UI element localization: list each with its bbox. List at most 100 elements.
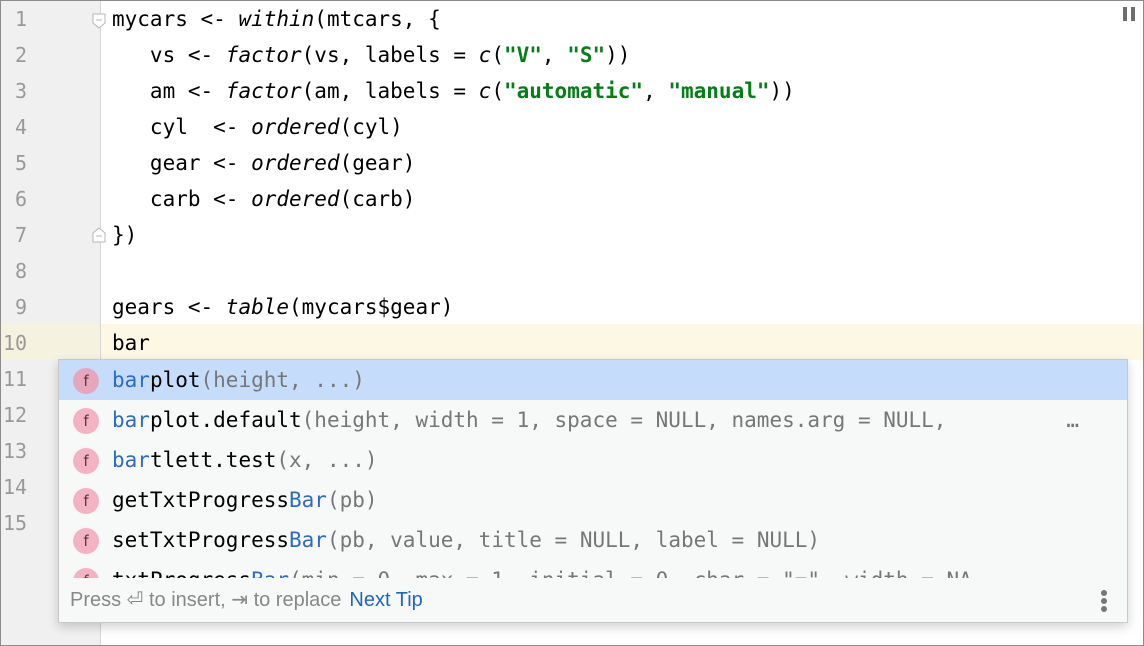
code-token: )) [769, 79, 795, 103]
code-token: (gear) [339, 151, 416, 175]
code-token: cyl <- [112, 115, 252, 139]
matched-text: Bar [289, 528, 327, 552]
function-token: table [225, 295, 290, 319]
string-token: "V" [503, 43, 542, 67]
function-icon: f [73, 448, 99, 474]
line-number: 12 [3, 403, 28, 427]
matched-text: bar [112, 368, 150, 392]
signature-params: (pb) [326, 488, 378, 512]
completion-item[interactable]: f bartlett.test(x, ...) [59, 440, 1127, 480]
completion-item[interactable]: f setTxtProgressBar(pb, value, title = NU… [59, 520, 1127, 560]
matched-text: bar [112, 448, 150, 472]
fold-start-icon[interactable] [92, 13, 106, 29]
code-token: (carb) [339, 187, 416, 211]
function-name: getTxtProgress [112, 488, 290, 512]
function-icon: f [73, 488, 99, 514]
line-number: 10 [3, 331, 28, 355]
line-number: 6 [15, 187, 28, 211]
line-number: 8 [15, 259, 28, 283]
line-number: 3 [15, 79, 28, 103]
hint-text: Press ⏎ to insert, ⇥ to replace [70, 589, 342, 611]
line-number: 9 [15, 295, 28, 319]
code-token: vs <- [112, 43, 226, 67]
code-token: , [541, 43, 568, 67]
function-token: c [478, 79, 492, 103]
code-line[interactable]: vs <- factor(vs, labels = c("V", "S")) [112, 37, 631, 73]
completion-item[interactable]: f barplot(height, ...) [59, 360, 1127, 400]
current-line-highlight [1, 324, 1143, 360]
code-token: (cyl) [339, 115, 403, 139]
completion-item-label: bartlett.test(x, ...) [112, 440, 378, 480]
signature-params: (x, ...) [276, 448, 378, 472]
function-name: setTxtProgress [112, 528, 290, 552]
line-number: 1 [15, 7, 28, 31]
code-line[interactable]: mycars <- within(mtcars, { [112, 1, 441, 37]
completion-footer: Press ⏎ to insert, ⇥ to replace Next Tip [59, 578, 1127, 622]
function-token: factor [225, 79, 302, 103]
function-icon: f [73, 408, 99, 434]
function-token: ordered [251, 151, 340, 175]
editor-window: 1 2 3 4 5 6 7 8 9 10 11 12 13 14 15 mycars <- within(m… [0, 0, 1144, 646]
function-token: c [478, 43, 492, 67]
function-icon: f [73, 368, 99, 394]
function-name: txtProgress [112, 568, 251, 578]
matched-text: Bar [251, 568, 289, 578]
completion-item-label: barplot.default(height, width = 1, space… [112, 400, 946, 440]
code-line[interactable]: gears <- table(mycars$gear) [112, 289, 453, 325]
code-token: (am, labels = [301, 79, 479, 103]
code-token: bar [112, 331, 150, 355]
completion-item-label: setTxtProgressBar(pb, value, title = NUL… [112, 520, 820, 560]
completion-item-label: getTxtProgressBar(pb) [112, 480, 378, 520]
function-icon: f [73, 528, 99, 554]
inspection-pause-icon[interactable] [1123, 7, 1137, 21]
code-token: mycars <- [112, 7, 239, 31]
completion-item-label: txtProgressBar(min = 0, max = 1, initial… [112, 560, 972, 578]
completion-hint: Press ⏎ to insert, ⇥ to replace Next Tip [70, 578, 423, 622]
line-number: 2 [15, 43, 28, 67]
code-line[interactable]: }) [112, 217, 137, 253]
line-number: 7 [15, 223, 28, 247]
function-name: plot.default [149, 408, 302, 432]
code-line[interactable]: carb <- ordered(carb) [112, 181, 416, 217]
signature-params: (pb, value, title = NULL, label = NULL) [326, 528, 821, 552]
completion-popup: f barplot(height, ...) f barplot.default(he… [58, 359, 1128, 623]
completion-item[interactable]: f txtProgressBar(min = 0, max = 1, initia… [59, 560, 1127, 578]
function-token: ordered [251, 115, 340, 139]
function-token: factor [225, 43, 302, 67]
code-token: )) [605, 43, 631, 67]
code-token: , [643, 79, 669, 103]
function-token: within [238, 7, 315, 31]
string-token: "S" [567, 43, 606, 67]
line-number: 13 [3, 439, 28, 463]
code-token: carb <- [112, 187, 252, 211]
code-token: am <- [112, 79, 226, 103]
code-token: ( [491, 43, 504, 67]
code-line[interactable]: gear <- ordered(gear) [112, 145, 416, 181]
function-name: plot [149, 368, 201, 392]
code-line[interactable]: am <- factor(am, labels = c("automatic",… [112, 73, 795, 109]
code-token: }) [112, 223, 138, 247]
line-number: 15 [3, 511, 28, 535]
line-number: 4 [15, 115, 28, 139]
fold-end-icon[interactable] [92, 227, 106, 243]
code-token: (mycars$gear) [289, 295, 454, 319]
code-token: gear <- [112, 151, 252, 175]
completion-item-label: barplot(height, ...) [112, 360, 365, 400]
function-name: tlett.test [149, 448, 277, 472]
line-number: 5 [15, 151, 28, 175]
code-line[interactable]: cyl <- ordered(cyl) [112, 109, 403, 145]
code-token: ( [491, 79, 504, 103]
completion-list[interactable]: f barplot(height, ...) f barplot.default(he… [59, 360, 1127, 578]
next-tip-link[interactable]: Next Tip [349, 589, 422, 611]
string-token: "automatic" [503, 79, 644, 103]
more-options-icon[interactable] [1101, 590, 1107, 612]
function-icon: f [73, 568, 99, 578]
string-token: "manual" [668, 79, 770, 103]
signature-params: (height, ...) [200, 368, 365, 392]
completion-item[interactable]: f getTxtProgressBar(pb) [59, 480, 1127, 520]
truncation-ellipsis: … [1066, 408, 1079, 432]
line-number: 11 [3, 367, 28, 391]
completion-item[interactable]: f barplot.default(height, width = 1, spac… [59, 400, 1127, 440]
line-number: 14 [3, 475, 28, 499]
code-line[interactable]: bar [112, 325, 150, 361]
